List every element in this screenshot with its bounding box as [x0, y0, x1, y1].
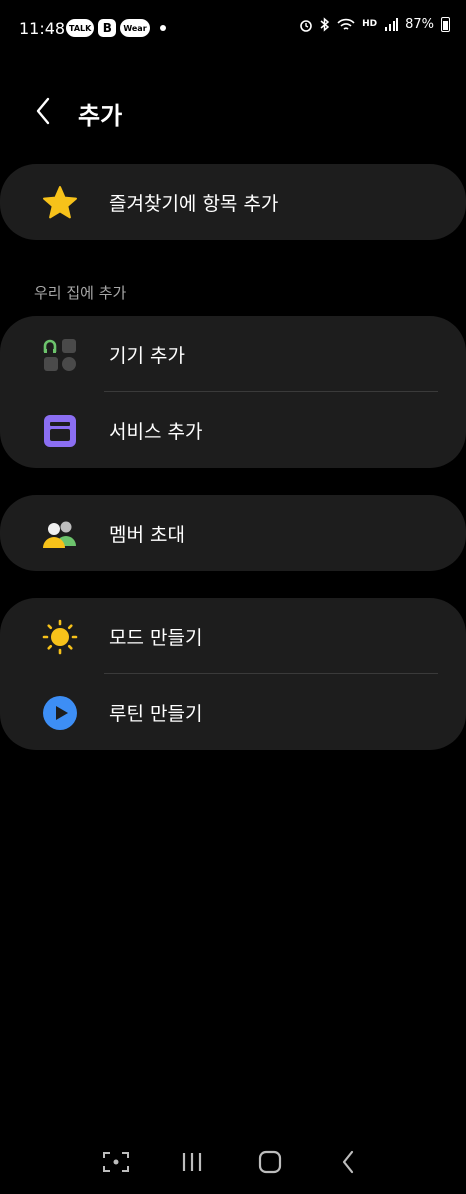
add-device-label: 기기 추가	[109, 344, 185, 367]
wear-notification-icon: Wear	[120, 19, 150, 37]
devices-icon	[42, 337, 78, 373]
alarm-icon	[300, 19, 312, 32]
chevron-left-icon	[36, 97, 50, 125]
system-navigation-bar	[0, 1130, 466, 1194]
notification-icons: TALK B Wear	[66, 19, 166, 37]
favorites-card: 즐겨찾기에 항목 추가	[0, 164, 466, 240]
recent-apps-button[interactable]	[176, 1148, 208, 1176]
page-title: 추가	[78, 102, 123, 130]
recent-apps-icon	[182, 1153, 202, 1171]
screen-capture-button[interactable]	[100, 1148, 132, 1176]
back-arrow-icon	[342, 1150, 354, 1174]
bluetooth-icon	[320, 17, 330, 32]
service-icon	[42, 413, 78, 449]
capture-icon	[103, 1152, 129, 1172]
battery-percent: 87%	[405, 17, 434, 32]
system-icons: HD 87%	[299, 17, 450, 32]
automation-card: 모드 만들기 루틴 만들기	[0, 598, 466, 750]
create-routine-label: 루틴 만들기	[109, 702, 203, 725]
create-mode-item[interactable]: 모드 만들기	[0, 598, 466, 674]
blog-notification-icon: B	[98, 19, 117, 37]
battery-icon	[441, 17, 450, 32]
play-icon	[42, 695, 78, 731]
invite-member-item[interactable]: 멤버 초대	[0, 495, 466, 571]
talk-notification-icon: TALK	[66, 19, 95, 37]
star-icon	[42, 185, 78, 221]
back-nav-button[interactable]	[332, 1148, 364, 1176]
add-service-item[interactable]: 서비스 추가	[0, 392, 466, 468]
hd-voice-icon: HD	[362, 19, 378, 29]
members-icon	[42, 516, 78, 552]
more-notifications-icon	[159, 25, 166, 31]
status-bar: 11:48 TALK B Wear HD 87%	[0, 0, 466, 56]
add-device-item[interactable]: 기기 추가	[0, 316, 466, 392]
app-header: 추가	[0, 80, 466, 140]
status-time: 11:48	[19, 19, 66, 38]
back-button[interactable]	[26, 94, 60, 128]
wifi-icon	[337, 18, 355, 30]
home-button[interactable]	[254, 1148, 286, 1176]
create-mode-label: 모드 만들기	[109, 626, 203, 649]
invite-member-label: 멤버 초대	[109, 523, 185, 546]
create-routine-item[interactable]: 루틴 만들기	[0, 674, 466, 750]
home-icon	[258, 1150, 282, 1174]
home-add-card: 기기 추가 서비스 추가	[0, 316, 466, 468]
members-card: 멤버 초대	[0, 495, 466, 571]
add-to-favorites-label: 즐겨찾기에 항목 추가	[109, 192, 279, 215]
add-to-favorites-item[interactable]: 즐겨찾기에 항목 추가	[0, 164, 466, 240]
add-service-label: 서비스 추가	[109, 420, 203, 443]
signal-icon	[385, 18, 399, 31]
sun-icon	[42, 619, 78, 655]
home-section-title: 우리 집에 추가	[34, 284, 127, 302]
